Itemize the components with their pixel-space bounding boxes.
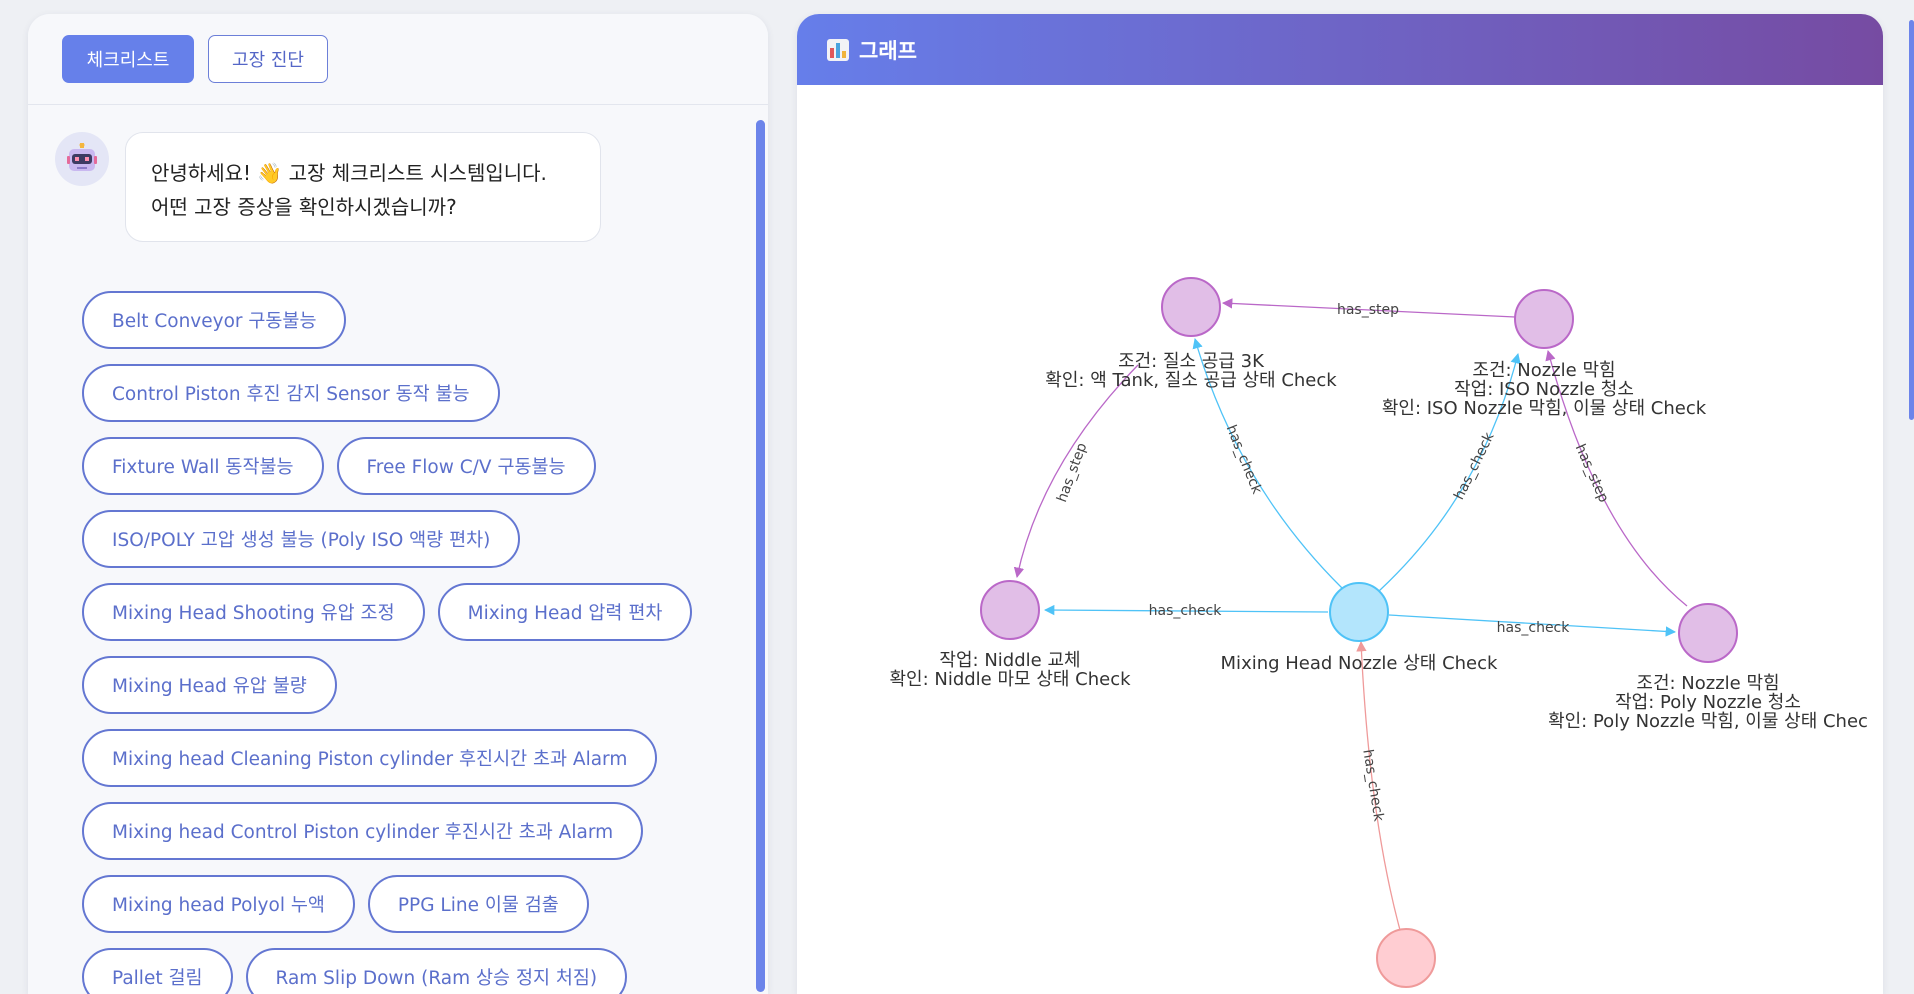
graph-title: 그래프: [859, 38, 917, 63]
symptom-chip[interactable]: Mixing head Polyol 누액: [82, 875, 355, 933]
node-label: 작업: Poly Nozzle 청소: [1615, 692, 1801, 713]
tab-bar: 체크리스트 고장 진단: [28, 14, 768, 105]
graph-edge[interactable]: has_check: [1356, 640, 1401, 931]
symptom-chip[interactable]: ISO/POLY 고압 생성 불능 (Poly ISO 액량 편차): [82, 510, 521, 568]
edge-label: has_step: [1337, 302, 1399, 318]
chat-scrollbar[interactable]: [754, 106, 768, 994]
symptom-chip[interactable]: Ram Slip Down (Ram 상승 정지 처짐): [245, 948, 628, 994]
node-label: 확인: Poly Nozzle 막힘, 이물 상태 Chec: [1548, 711, 1868, 732]
edge-label: has_check: [1359, 748, 1386, 823]
node-label: 확인: ISO Nozzle 막힘, 이물 상태 Check: [1382, 398, 1707, 419]
chat-scrollbar-thumb[interactable]: [756, 120, 765, 992]
page-scrollbar-thumb[interactable]: [1909, 20, 1914, 420]
edge-label: has_step: [1054, 441, 1090, 505]
symptom-chip[interactable]: Mixing head Cleaning Piston cylinder 후진시…: [82, 729, 658, 787]
graph-panel: 그래프 has_step has_step has_check has_chec…: [797, 14, 1883, 994]
graph-header: 그래프: [797, 14, 1883, 85]
symptom-chip[interactable]: Mixing head Control Piston cylinder 후진시간…: [82, 802, 644, 860]
symptom-chip[interactable]: PPG Line 이물 검출: [367, 875, 589, 933]
bar-chart-icon: [827, 38, 849, 61]
symptom-chip[interactable]: Mixing Head 유압 불량: [82, 656, 337, 714]
node-label: 작업: Niddle 교체: [939, 650, 1080, 671]
tab-checklist[interactable]: 체크리스트: [62, 35, 194, 83]
symptom-chip[interactable]: Mixing Head 압력 편차: [437, 583, 693, 641]
edge-label: has_check: [1149, 603, 1223, 619]
graph-node[interactable]: 조건: 질소 공급 3K 확인: 액 Tank, 질소 공급 상태 Check: [1045, 277, 1337, 391]
edge-label: has_step: [1572, 442, 1612, 505]
robot-icon: [67, 143, 97, 171]
node-label: 조건: Nozzle 막힘: [1636, 673, 1779, 694]
symptom-chip-list: Belt Conveyor 구동불능 Control Piston 후진 감지 …: [82, 291, 722, 994]
graph-edge[interactable]: has_step: [1013, 364, 1139, 579]
node-label: 확인: Niddle 마모 상태 Check: [889, 669, 1131, 690]
symptom-chip[interactable]: Belt Conveyor 구동불능: [82, 291, 347, 349]
graph-node[interactable]: 조건: Nozzle 막힘 작업: Poly Nozzle 청소 확인: Pol…: [1548, 603, 1868, 732]
node-label: 조건: Nozzle 막힘: [1472, 360, 1615, 381]
node-label: Mixing Head Nozzle 상태 Check: [1221, 653, 1498, 674]
symptom-chip[interactable]: Control Piston 후진 감지 Sensor 동작 불능: [82, 364, 500, 422]
bot-avatar: [55, 132, 109, 186]
symptom-chip[interactable]: Fixture Wall 동작불능: [82, 437, 324, 495]
symptom-chip[interactable]: Pallet 걸림: [82, 948, 233, 994]
node-label: 확인: 액 Tank, 질소 공급 상태 Check: [1045, 370, 1337, 391]
node-label: 조건: 질소 공급 3K: [1118, 351, 1265, 372]
symptom-chip[interactable]: Free Flow C/V 구동불능: [336, 437, 596, 495]
edge-label: has_check: [1451, 429, 1498, 502]
graph-edge[interactable]: has_check: [1043, 603, 1329, 619]
checklist-panel: 체크리스트 고장 진단 안녕하세요! 👋 고장 체크리스트 시스템입니다. 어떤…: [28, 14, 768, 994]
graph-node[interactable]: 작업: Niddle 교체 확인: Niddle 마모 상태 Check: [889, 580, 1131, 690]
graph-node[interactable]: Mixing Head Nozzle 상태 Check: [1221, 582, 1498, 674]
bot-message-line: 안녕하세요! 👋 고장 체크리스트 시스템입니다.: [151, 161, 547, 185]
symptom-chip[interactable]: Mixing Head Shooting 유압 조정: [82, 583, 425, 641]
knowledge-graph[interactable]: has_step has_step has_check has_check ha…: [797, 85, 1883, 994]
graph-edge[interactable]: has_check: [1388, 614, 1677, 637]
graph-node[interactable]: [1376, 928, 1436, 988]
graph-canvas[interactable]: has_step has_step has_check has_check ha…: [797, 85, 1883, 994]
edge-label: has_check: [1223, 423, 1265, 497]
bot-message-bubble: 안녕하세요! 👋 고장 체크리스트 시스템입니다. 어떤 고장 증상을 확인하시…: [125, 132, 601, 242]
graph-node[interactable]: 조건: Nozzle 막힘 작업: ISO Nozzle 청소 확인: ISO …: [1382, 289, 1707, 419]
tab-fault-diagnosis[interactable]: 고장 진단: [208, 35, 328, 83]
edge-label: has_check: [1497, 620, 1571, 636]
bot-message-line: 어떤 고장 증상을 확인하시겠습니까?: [151, 195, 457, 219]
node-label: 작업: ISO Nozzle 청소: [1454, 379, 1634, 400]
graph-edge[interactable]: has_step: [1221, 298, 1516, 318]
